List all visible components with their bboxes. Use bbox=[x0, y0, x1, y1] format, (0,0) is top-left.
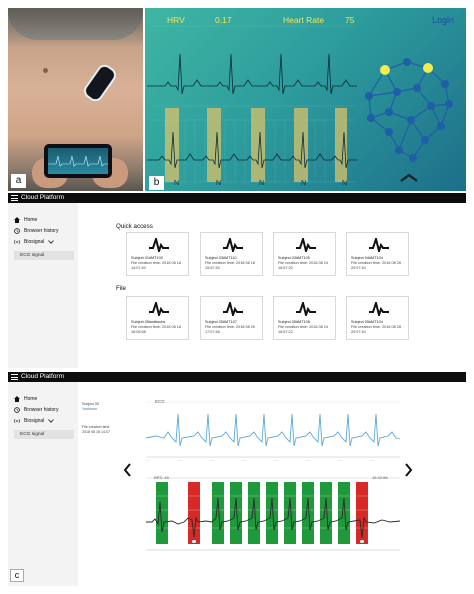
panel-label-a: a bbox=[11, 174, 26, 188]
beat-label: N bbox=[216, 180, 222, 187]
chest-photo: a bbox=[8, 8, 143, 191]
file-card[interactable]: Subject 04#MT104 File creation time: 201… bbox=[346, 232, 409, 276]
beat-highlight bbox=[251, 108, 265, 182]
file-date: File creation time: 2018 08 24 16:57:22 bbox=[278, 325, 329, 334]
file-date: File creation time: 2018 08 18 15:57:40 bbox=[205, 261, 256, 270]
svg-text:·····: ····· bbox=[274, 459, 279, 463]
nav-home[interactable]: Home bbox=[14, 217, 37, 223]
beat-label: N bbox=[342, 180, 348, 187]
history-icon bbox=[14, 228, 20, 234]
ecg-waveform-icon bbox=[369, 238, 389, 252]
beat-label: N bbox=[174, 180, 180, 187]
chevron-down-icon[interactable] bbox=[48, 240, 55, 244]
nav-biosignal[interactable]: Biosignal bbox=[14, 239, 55, 245]
brain-network-icon bbox=[368, 61, 450, 159]
file-date: File creation time: 2018 08 24 16:57:20 bbox=[278, 261, 329, 270]
ecg-trace-plot bbox=[147, 25, 453, 183]
normal-segment[interactable] bbox=[212, 482, 224, 544]
cloud-platform-signal-viewer: Cloud Platform Home Browser history Bios… bbox=[8, 372, 466, 586]
normal-segment[interactable] bbox=[320, 482, 332, 544]
svg-text:·····: ····· bbox=[242, 459, 247, 463]
file-card[interactable]: Subject 05#MT108 File creation time: 201… bbox=[273, 296, 336, 340]
normal-segment[interactable] bbox=[302, 482, 314, 544]
platform-title: Cloud Platform bbox=[21, 194, 64, 201]
chevron-up-icon[interactable] bbox=[400, 174, 418, 182]
file-date: File creation time: 2018 08 18 14:07:40 bbox=[131, 261, 182, 270]
svg-text:·····: ····· bbox=[338, 459, 343, 463]
quick-access-title: Quick access bbox=[116, 223, 153, 230]
normal-segment[interactable] bbox=[284, 482, 296, 544]
lifted-shirt bbox=[8, 8, 143, 40]
svg-text:·····: ····· bbox=[146, 459, 151, 463]
detail-right-label: 16:42:58 bbox=[372, 475, 388, 480]
beat-label: N bbox=[301, 180, 307, 187]
file-card[interactable]: Subject 05#wikisubs File creation time: … bbox=[126, 296, 189, 340]
beat-highlight bbox=[294, 108, 308, 182]
chevron-right-icon[interactable] bbox=[405, 463, 413, 477]
file-date: File creation time: 2018 08 26 20:07:40 bbox=[351, 261, 402, 270]
ecg-waveform-icon bbox=[296, 238, 316, 252]
nav-biosignal-label: Biosignal bbox=[24, 239, 45, 245]
ecg-waveform-icon bbox=[223, 302, 243, 316]
ecg-patch-device bbox=[80, 61, 120, 105]
top-bar: Cloud Platform bbox=[8, 193, 466, 203]
svg-text:·····: ····· bbox=[306, 459, 311, 463]
cloud-platform-file-browser: Cloud Platform Home Browser history Bios… bbox=[8, 193, 466, 368]
ecg-waveform-icon bbox=[223, 238, 243, 252]
normal-segment[interactable] bbox=[156, 482, 168, 544]
beat-segments bbox=[156, 482, 368, 544]
home-icon bbox=[14, 217, 20, 223]
normal-segment[interactable] bbox=[248, 482, 260, 544]
ecg-app-screen: HRV 0.17 Heart Rate 75 Login N N N N N b bbox=[145, 8, 466, 191]
nav-browser-history-label: Browser history bbox=[24, 228, 59, 234]
chevron-left-icon[interactable] bbox=[123, 463, 131, 477]
menu-icon[interactable] bbox=[11, 195, 18, 201]
beat-label: N bbox=[259, 180, 265, 187]
file-card[interactable]: Subject 03#MT105 File creation time: 201… bbox=[273, 232, 336, 276]
ecg-waveform-icon bbox=[149, 302, 169, 316]
normal-segment[interactable] bbox=[338, 482, 350, 544]
file-section-title: File bbox=[116, 285, 126, 292]
ecg-waveform-icon bbox=[296, 302, 316, 316]
sidebar: Home Browser history Biosignal ECG signa… bbox=[8, 203, 78, 368]
nav-browser-history[interactable]: Browser history bbox=[14, 228, 58, 234]
normal-segment[interactable] bbox=[230, 482, 242, 544]
biosignal-icon bbox=[14, 239, 20, 245]
beat-highlight bbox=[335, 108, 347, 182]
file-date: File creation time: 2018 08 28 20:07:40 bbox=[351, 325, 402, 334]
ecg-waveform-icon bbox=[149, 238, 169, 252]
nav-home-label: Home bbox=[24, 217, 38, 223]
file-card[interactable]: Subject 01#MT100 File creation time: 201… bbox=[126, 232, 189, 276]
ecg-waveform-icon bbox=[369, 302, 389, 316]
svg-text:·····: ····· bbox=[178, 459, 183, 463]
file-card[interactable]: Subject 05#MT107 File creation time: 201… bbox=[200, 296, 263, 340]
file-card[interactable]: Subject 05#MT104 File creation time: 201… bbox=[346, 296, 409, 340]
ecg-viewer-plot: ····· ····· ····· ····· ····· ····· ····· ···… bbox=[123, 401, 413, 551]
normal-segment[interactable] bbox=[266, 482, 278, 544]
svg-text:·····: ····· bbox=[370, 459, 375, 463]
svg-text:·····: ····· bbox=[210, 459, 215, 463]
smartphone bbox=[44, 144, 112, 178]
file-date: File creation time: 2018 08 18 16:05:58 bbox=[131, 325, 182, 334]
chest-detail bbox=[43, 68, 48, 73]
beat-highlight bbox=[207, 108, 221, 182]
file-card[interactable]: Subject 03#MT110 File creation time: 201… bbox=[200, 232, 263, 276]
phone-screen bbox=[48, 148, 108, 174]
overview-ecg-trace bbox=[145, 413, 401, 447]
panel-label-c: c bbox=[10, 569, 24, 582]
nav-ecg-signal[interactable]: ECG signal bbox=[14, 251, 74, 260]
detail-left-label: BPS: 48 bbox=[154, 475, 169, 480]
file-date: File creation time: 2018 08 20 17:07:46 bbox=[205, 325, 256, 334]
panel-label-b: b bbox=[149, 176, 164, 190]
